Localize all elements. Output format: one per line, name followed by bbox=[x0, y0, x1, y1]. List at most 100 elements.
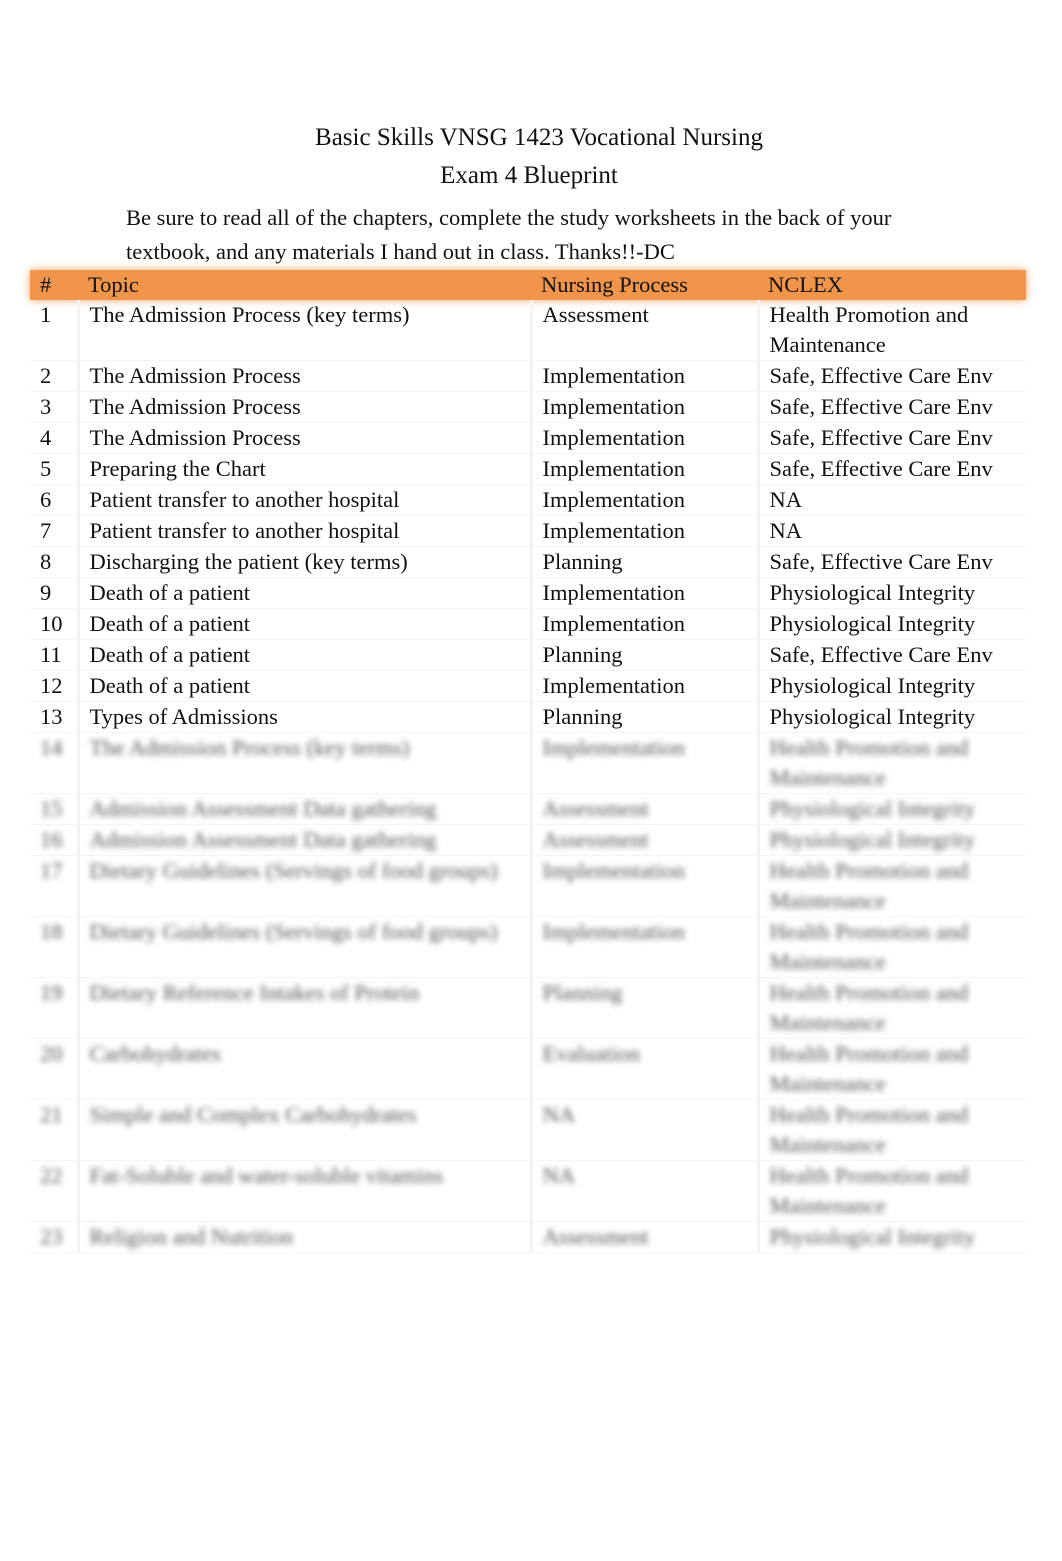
cell-topic: Preparing the Chart bbox=[76, 453, 531, 485]
cell-topic: Admission Assessment Data gathering bbox=[76, 793, 531, 825]
cell-number: 17 bbox=[40, 858, 63, 883]
cell-nursing-process: Implementation bbox=[529, 670, 758, 702]
cell-nursing-process: Assessment bbox=[529, 793, 758, 825]
blurred-table-row: 17 Dietary Guidelines (Servings of food g… bbox=[30, 855, 1026, 917]
blurred-table-row: 21 Simple and Complex Carbohydrates NA Heal… bbox=[30, 1099, 1026, 1161]
cell-nursing-process: Implementation bbox=[529, 422, 758, 454]
cell-number: 21 bbox=[40, 1102, 63, 1127]
cell-topic: The Admission Process bbox=[76, 391, 531, 423]
column-header-number: # bbox=[40, 272, 52, 297]
cell-number: 3 bbox=[40, 394, 52, 419]
cell-nclex: Safe, Effective Care Env bbox=[756, 360, 1026, 392]
cell-number: 23 bbox=[40, 1224, 63, 1249]
table-row: 2 The Admission Process Implementation Safe… bbox=[30, 360, 1026, 392]
table-row: 11 Death of a patient Planning Safe, Effect… bbox=[30, 639, 1026, 671]
cell-nursing-process: Implementation bbox=[529, 608, 758, 640]
cell-topic: Fat-Soluble and water-soluble vitamins bbox=[76, 1160, 531, 1222]
cell-topic: The Admission Process bbox=[76, 360, 531, 392]
cell-nclex: Physiological Integrity bbox=[756, 824, 1026, 856]
cell-topic: Death of a patient bbox=[76, 608, 531, 640]
blurred-table-row: 15 Admission Assessment Data gathering Ass… bbox=[30, 793, 1026, 825]
blurred-table-row: 16 Admission Assessment Data gathering Ass… bbox=[30, 824, 1026, 856]
cell-number: 12 bbox=[40, 673, 63, 698]
column-header-topic: Topic bbox=[88, 272, 139, 297]
cell-nursing-process: Assessment bbox=[529, 300, 758, 361]
cell-nclex: Safe, Effective Care Env bbox=[756, 546, 1026, 578]
table-header-row: # Topic Nursing Process NCLEX bbox=[30, 270, 1026, 300]
table-row: 6 Patient transfer to another hospital Imp… bbox=[30, 484, 1026, 516]
cell-topic: Types of Admissions bbox=[76, 701, 531, 733]
intro-text: Be sure to read all of the chapters, com… bbox=[126, 205, 892, 264]
cell-nclex: Health Promotion and Maintenance bbox=[756, 1160, 1026, 1222]
blurred-table-row: 22 Fat-Soluble and water-soluble vitamins… bbox=[30, 1160, 1026, 1222]
table-row: 3 The Admission Process Implementation Safe… bbox=[30, 391, 1026, 423]
cell-nursing-process: Implementation bbox=[529, 391, 758, 423]
cell-topic: Death of a patient bbox=[76, 577, 531, 609]
cell-nclex: Health Promotion and Maintenance bbox=[756, 916, 1026, 978]
cell-nclex: Physiological Integrity bbox=[756, 577, 1026, 609]
cell-nursing-process: NA bbox=[529, 1099, 758, 1161]
cell-number: 14 bbox=[40, 735, 63, 760]
blurred-table-row: 18 Dietary Guidelines (Servings of food g… bbox=[30, 916, 1026, 978]
cell-nursing-process: Evaluation bbox=[529, 1038, 758, 1100]
cell-topic: The Admission Process (key terms) bbox=[76, 732, 531, 794]
cell-number: 11 bbox=[40, 642, 62, 667]
table-row: 10 Death of a patient Implementation Physio… bbox=[30, 608, 1026, 640]
table-row: 1 The Admission Process (key terms) Assess… bbox=[30, 300, 1026, 361]
cell-nursing-process: Planning bbox=[529, 639, 758, 671]
cell-nclex: Safe, Effective Care Env bbox=[756, 391, 1026, 423]
cell-nursing-process: NA bbox=[529, 1160, 758, 1222]
cell-nclex: Safe, Effective Care Env bbox=[756, 422, 1026, 454]
cell-nclex: Health Promotion and Maintenance bbox=[756, 1038, 1026, 1100]
cell-number: 4 bbox=[40, 425, 52, 450]
cell-number: 5 bbox=[40, 456, 52, 481]
cell-nursing-process: Planning bbox=[529, 977, 758, 1039]
cell-topic: Dietary Guidelines (Servings of food gro… bbox=[76, 855, 531, 917]
cell-nursing-process: Planning bbox=[529, 546, 758, 578]
table-body: 1 The Admission Process (key terms) Assess… bbox=[30, 300, 1026, 1253]
cell-nclex: Physiological Integrity bbox=[756, 608, 1026, 640]
cell-topic: Carbohydrates bbox=[76, 1038, 531, 1100]
cell-number: 20 bbox=[40, 1041, 63, 1066]
cell-number: 7 bbox=[40, 518, 52, 543]
cell-nursing-process: Implementation bbox=[529, 855, 758, 917]
cell-nclex: Health Promotion and Maintenance bbox=[756, 300, 1026, 361]
cell-number: 9 bbox=[40, 580, 52, 605]
cell-topic: The Admission Process (key terms) bbox=[76, 300, 531, 361]
cell-number: 22 bbox=[40, 1163, 63, 1188]
table-row: 5 Preparing the Chart Implementation Safe, … bbox=[30, 453, 1026, 485]
cell-nursing-process: Implementation bbox=[529, 916, 758, 978]
column-header-nclex: NCLEX bbox=[768, 272, 843, 297]
cell-nursing-process: Implementation bbox=[529, 515, 758, 547]
cell-nclex: Safe, Effective Care Env bbox=[756, 639, 1026, 671]
cell-nursing-process: Planning bbox=[529, 701, 758, 733]
cell-number: 1 bbox=[40, 302, 52, 327]
table-row: 8 Discharging the patient (key terms) Plan… bbox=[30, 546, 1026, 578]
cell-number: 18 bbox=[40, 919, 63, 944]
blurred-table-row: 14 The Admission Process (key terms) Imple… bbox=[30, 732, 1026, 794]
cell-nclex: NA bbox=[756, 515, 1026, 547]
blueprint-table: # Topic Nursing Process NCLEX 1 The Admis… bbox=[30, 270, 1026, 1253]
cell-topic: The Admission Process bbox=[76, 422, 531, 454]
cell-nclex: Health Promotion and Maintenance bbox=[756, 732, 1026, 794]
document-subtitle: Exam 4 Blueprint bbox=[440, 162, 618, 189]
cell-nclex: Health Promotion and Maintenance bbox=[756, 977, 1026, 1039]
cell-nclex: Physiological Integrity bbox=[756, 1221, 1026, 1253]
cell-topic: Discharging the patient (key terms) bbox=[76, 546, 531, 578]
cell-topic: Death of a patient bbox=[76, 670, 531, 702]
cell-number: 15 bbox=[40, 796, 63, 821]
cell-topic: Patient transfer to another hospital bbox=[76, 484, 531, 516]
table-row: 4 The Admission Process Implementation Safe… bbox=[30, 422, 1026, 454]
table-row: 12 Death of a patient Implementation Physio… bbox=[30, 670, 1026, 702]
cell-nursing-process: Assessment bbox=[529, 824, 758, 856]
blurred-table-row: 23 Religion and Nutrition Assessment Physio… bbox=[30, 1221, 1026, 1253]
cell-nclex: NA bbox=[756, 484, 1026, 516]
cell-nursing-process: Implementation bbox=[529, 577, 758, 609]
cell-number: 13 bbox=[40, 704, 63, 729]
cell-nursing-process: Implementation bbox=[529, 484, 758, 516]
cell-topic: Admission Assessment Data gathering bbox=[76, 824, 531, 856]
document-title: Basic Skills VNSG 1423 Vocational Nursin… bbox=[315, 124, 763, 151]
cell-number: 8 bbox=[40, 549, 52, 574]
cell-topic: Dietary Guidelines (Servings of food gro… bbox=[76, 916, 531, 978]
table-row: 9 Death of a patient Implementation Physiol… bbox=[30, 577, 1026, 609]
